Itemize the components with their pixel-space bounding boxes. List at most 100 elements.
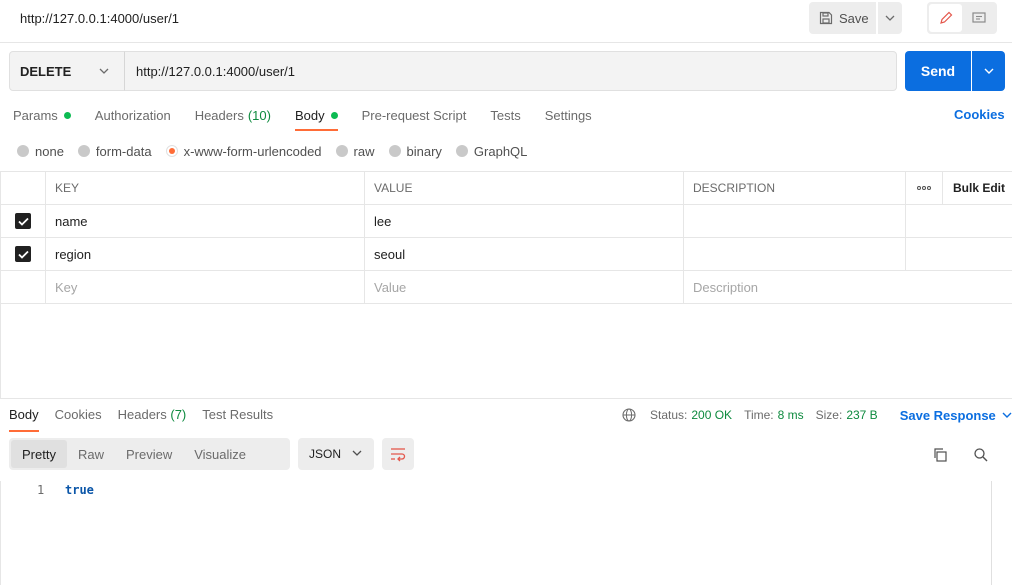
bulk-edit-button[interactable]: Bulk Edit	[943, 172, 1012, 204]
header-description: DESCRIPTION	[684, 172, 906, 204]
request-tabs: Params Authorization Headers (10) Body Pr…	[13, 107, 616, 131]
row-spacer	[906, 238, 943, 270]
wrap-lines-button[interactable]	[382, 438, 414, 470]
radio-button-selected[interactable]	[165, 145, 178, 157]
radio-button[interactable]	[17, 145, 29, 157]
row-key[interactable]: name	[46, 205, 365, 237]
body-type-raw[interactable]: raw	[335, 144, 375, 159]
row-checkbox-cell	[0, 238, 46, 270]
editor-scrollbar[interactable]	[991, 481, 992, 585]
pencil-icon	[939, 11, 952, 24]
save-group: Save	[809, 2, 902, 34]
row-description[interactable]	[684, 238, 906, 270]
send-button[interactable]: Send	[905, 51, 971, 91]
tab-settings[interactable]: Settings	[545, 107, 592, 123]
method-select[interactable]: DELETE	[9, 51, 125, 91]
more-horizontal-icon	[917, 186, 931, 190]
new-description-input[interactable]: Description	[684, 271, 1012, 303]
radio-button[interactable]	[335, 145, 348, 157]
new-key-input[interactable]: Key	[46, 271, 365, 303]
url-input[interactable]	[124, 51, 897, 91]
send-group: Send	[905, 51, 1005, 91]
send-options-button[interactable]	[972, 51, 1005, 91]
row-checkbox-cell	[0, 205, 46, 237]
view-tab-raw[interactable]: Raw	[67, 440, 115, 468]
pane-left-border	[0, 303, 1, 398]
cookies-link[interactable]: Cookies	[954, 107, 1005, 122]
chevron-down-icon	[885, 15, 895, 21]
wrap-lines-icon	[391, 448, 406, 462]
row-description[interactable]	[684, 205, 906, 237]
response-tab-cookies[interactable]: Cookies	[55, 407, 102, 423]
view-tab-preview[interactable]: Preview	[115, 440, 183, 468]
header-value: VALUE	[365, 172, 684, 204]
response-tab-headers[interactable]: Headers (7)	[118, 407, 187, 423]
comments-mode-button[interactable]	[962, 4, 995, 32]
new-value-input[interactable]: Value	[365, 271, 684, 303]
radio-button[interactable]	[77, 145, 90, 157]
body-type-form-data[interactable]: form-data	[77, 144, 152, 159]
tab-label: Headers	[194, 107, 244, 123]
response-tab-body[interactable]: Body	[9, 407, 39, 432]
row-value[interactable]: lee	[365, 205, 684, 237]
response-meta: Status: 200 OK Time: 8 ms Size: 237 B Save …	[622, 407, 1012, 423]
save-options-button[interactable]	[878, 2, 902, 34]
body-params-table: KEY VALUE DESCRIPTION Bulk Edit name lee…	[0, 171, 1012, 304]
response-view-tabs: Pretty Raw Preview Visualize	[9, 438, 290, 470]
tab-headers[interactable]: Headers (10)	[195, 107, 271, 123]
response-body-editor[interactable]: 1 true	[0, 481, 1012, 585]
body-type-urlencoded[interactable]: x-www-form-urlencoded	[165, 144, 322, 159]
save-response-button[interactable]: Save Response	[900, 408, 1012, 423]
tab-body[interactable]: Body	[294, 107, 338, 131]
header-key: KEY	[46, 172, 365, 204]
table-header-row: KEY VALUE DESCRIPTION Bulk Edit	[0, 172, 1012, 205]
body-type-binary[interactable]: binary	[388, 143, 442, 159]
row-checkbox[interactable]	[15, 246, 31, 262]
table-row-new: Key Value Description	[0, 271, 1012, 304]
code-line[interactable]: true	[65, 483, 94, 497]
comment-icon	[971, 12, 986, 23]
row-checkbox[interactable]	[15, 213, 31, 229]
view-mode-toggle	[927, 2, 997, 34]
radio-button[interactable]	[388, 145, 401, 157]
tab-label: Tests	[490, 107, 521, 123]
radio-button[interactable]	[455, 145, 468, 157]
response-divider[interactable]	[0, 398, 1012, 399]
row-spacer	[906, 205, 943, 237]
size-value[interactable]: 237 B	[846, 408, 877, 422]
response-format-select[interactable]: JSON	[298, 438, 374, 470]
editor-left-border	[0, 481, 1, 585]
view-tab-pretty[interactable]: Pretty	[11, 440, 67, 468]
row-key[interactable]: region	[46, 238, 365, 270]
tab-params[interactable]: Params	[13, 107, 71, 123]
response-tab-test-results[interactable]: Test Results	[202, 407, 273, 423]
tab-pre-request-script[interactable]: Pre-request Script	[362, 107, 467, 123]
radio-label: GraphQL	[473, 143, 528, 159]
chevron-down-icon	[1002, 412, 1012, 418]
save-button[interactable]: Save	[809, 2, 876, 34]
line-number: 1	[37, 483, 45, 497]
request-title[interactable]: http://127.0.0.1:4000/user/1	[20, 11, 179, 26]
edit-mode-button[interactable]	[929, 4, 962, 32]
copy-icon	[934, 448, 947, 462]
status-value[interactable]: 200 OK	[691, 408, 732, 422]
search-icon	[974, 448, 988, 462]
checkmark-icon	[17, 217, 29, 226]
globe-icon[interactable]	[622, 408, 636, 422]
view-tab-visualize[interactable]: Visualize	[183, 440, 257, 468]
row-value[interactable]: seoul	[365, 238, 684, 270]
tab-label: Settings	[544, 107, 592, 123]
more-options-button[interactable]	[906, 172, 943, 204]
tab-authorization[interactable]: Authorization	[95, 107, 171, 123]
body-type-none[interactable]: none	[17, 144, 64, 159]
format-value: JSON	[309, 447, 342, 461]
radio-label: binary	[406, 143, 442, 159]
search-response-button[interactable]	[971, 445, 991, 465]
body-type-graphql[interactable]: GraphQL	[455, 143, 528, 159]
size-label: Size:	[815, 408, 843, 422]
copy-response-button[interactable]	[930, 445, 950, 465]
request-title-bar: http://127.0.0.1:4000/user/1 Save	[0, 0, 1012, 43]
tab-tests[interactable]: Tests	[490, 107, 520, 123]
time-value[interactable]: 8 ms	[778, 408, 804, 422]
table-row: name lee	[0, 205, 1012, 238]
